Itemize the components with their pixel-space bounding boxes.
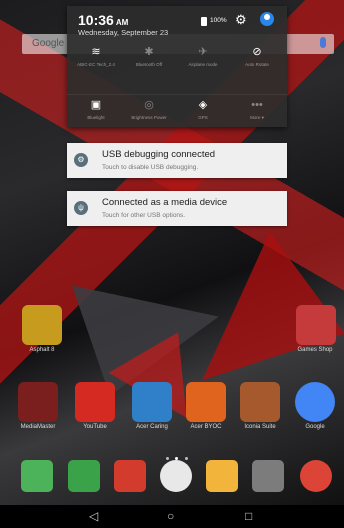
tile-airplane[interactable]: ✈ Airplane mode: [181, 46, 225, 67]
navigation-bar: ◁ ○ □: [0, 505, 344, 528]
page-dot: [166, 457, 169, 460]
app-label-youtube: YouTube: [83, 424, 107, 430]
mic-icon[interactable]: [320, 37, 326, 48]
back-icon[interactable]: ◁: [89, 509, 98, 523]
tile-auto-rotate[interactable]: ⊘ Auto Rotate: [235, 46, 279, 67]
dock-photos[interactable]: [206, 460, 238, 492]
notification-title: Connected as a media device: [102, 197, 228, 208]
divider: [67, 94, 287, 95]
app-label-acer-byoc: Acer BYOC: [190, 424, 222, 430]
usb-icon: ψ: [74, 201, 88, 215]
tile-more[interactable]: ••• More ▾: [235, 99, 279, 120]
tile-label: GPS: [198, 115, 208, 120]
battery-level: 100%: [210, 17, 227, 24]
app-acer-byoc[interactable]: [186, 382, 226, 422]
gear-icon[interactable]: ⚙: [235, 13, 247, 26]
notification-media-device[interactable]: ψ Connected as a media device Touch for …: [67, 191, 287, 226]
tile-label: Auto Rotate: [245, 62, 269, 67]
app-asphalt-8[interactable]: [22, 305, 62, 345]
location-icon: ◈: [198, 99, 208, 111]
app-acer-caring[interactable]: [132, 382, 172, 422]
wifi-icon: ≋: [91, 46, 101, 58]
tile-label: Brightness Power: [131, 115, 167, 120]
app-label-asphalt-8: Asphalt 8: [29, 347, 55, 353]
auto-rotate-icon: ⊘: [252, 46, 262, 58]
dock-play-store[interactable]: [21, 460, 53, 492]
usb-debug-icon: ⚙: [74, 153, 88, 167]
app-google[interactable]: [295, 382, 335, 422]
notification-title: USB debugging connected: [102, 149, 216, 160]
app-label-games-shop: Games Shop: [297, 347, 333, 353]
user-avatar-icon[interactable]: [260, 12, 274, 26]
date-label: Wednesday, September 23: [78, 28, 169, 37]
app-label-acer-caring: Acer Caring: [136, 424, 168, 430]
google-search-label: Google: [32, 38, 65, 49]
tile-location[interactable]: ◈ GPS: [181, 99, 225, 120]
airplane-icon: ✈: [198, 46, 208, 58]
notification-text: Touch to disable USB debugging.: [102, 164, 199, 171]
app-youtube[interactable]: [75, 382, 115, 422]
tile-label: ABIC-EC Tech_2.4: [77, 62, 115, 67]
dock-app-drawer[interactable]: [160, 460, 192, 492]
tile-bluelight[interactable]: ▣ Bluelight: [74, 99, 118, 120]
clock: 10:36 AM: [78, 12, 129, 28]
more-icon: •••: [251, 99, 263, 111]
dock-camera[interactable]: [252, 460, 284, 492]
bluelight-icon: ▣: [90, 99, 102, 111]
recents-icon[interactable]: □: [245, 509, 252, 523]
brightness-icon: ◎: [144, 99, 154, 111]
bluetooth-icon: ✱: [144, 46, 154, 58]
dock-play-games[interactable]: [68, 460, 100, 492]
app-games-shop[interactable]: [296, 305, 336, 345]
page-dot: [184, 457, 188, 460]
battery-icon: [201, 17, 207, 26]
app-label-mediamaster: MediaMaster: [20, 424, 56, 430]
tile-wifi[interactable]: ≋ ABIC-EC Tech_2.4: [74, 46, 118, 67]
notification-text: Touch for other USB options.: [102, 212, 186, 219]
tile-label: Bluelight: [87, 115, 105, 120]
tile-label: Bluetooth Off: [135, 62, 163, 67]
dock-gmail[interactable]: [114, 460, 146, 492]
app-label-iconia-suite: Iconia Suite: [244, 424, 276, 430]
dock-chrome[interactable]: [300, 460, 332, 492]
tile-bluetooth[interactable]: ✱ Bluetooth Off: [127, 46, 171, 67]
app-iconia-suite[interactable]: [240, 382, 280, 422]
app-mediamaster[interactable]: [18, 382, 58, 422]
tile-label: Airplane mode: [188, 62, 218, 67]
quick-settings-panel: 10:36 AM Wednesday, September 23 100% ⚙ ≋…: [67, 6, 287, 127]
tile-label: More ▾: [250, 115, 264, 120]
tile-brightness[interactable]: ◎ Brightness Power: [127, 99, 171, 120]
app-label-google: Google: [305, 424, 325, 430]
notification-usb-debugging[interactable]: ⚙ USB debugging connected Touch to disab…: [67, 143, 287, 178]
home-icon[interactable]: ○: [167, 509, 174, 523]
